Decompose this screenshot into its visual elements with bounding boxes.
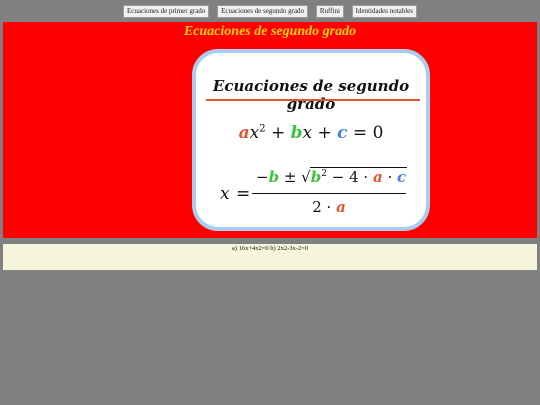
formula-numerator: −b ± √b2 − 4 · a · c (256, 167, 408, 186)
fraction-line (252, 193, 406, 194)
banner-title: Ecuaciones de segundo grado (183, 24, 357, 39)
top-nav: Ecuaciones de primer grado Ecuaciones de… (0, 5, 540, 18)
formula-denominator: 2 · a (312, 198, 346, 216)
nav-button-ruffini[interactable]: Ruffini (315, 5, 344, 18)
nav-button-segundo-grado[interactable]: Ecuaciones de segundo grado (217, 5, 309, 18)
formula-card: Ecuaciones de segundo grado ax2 + bx + c… (192, 49, 430, 231)
exercises-text: a) 16x+4x2=0 b) 2x2-3x-2=0 (231, 245, 309, 252)
nav-button-primer-grado[interactable]: Ecuaciones de primer grado (122, 5, 210, 18)
exercises-box: a) 16x+4x2=0 b) 2x2-3x-2=0 (3, 244, 537, 270)
title-underline (206, 99, 420, 101)
banner: Ecuaciones de segundo grado Ecuaciones d… (3, 22, 537, 238)
quadratic-formula: x = −b ± √b2 − 4 · a · c 2 · a (220, 167, 408, 216)
nav-button-identidades-notables[interactable]: Identidades notables (351, 5, 418, 18)
quadratic-equation: ax2 + bx + c = 0 (238, 123, 384, 143)
card-title: Ecuaciones de segundo grado (212, 77, 410, 113)
